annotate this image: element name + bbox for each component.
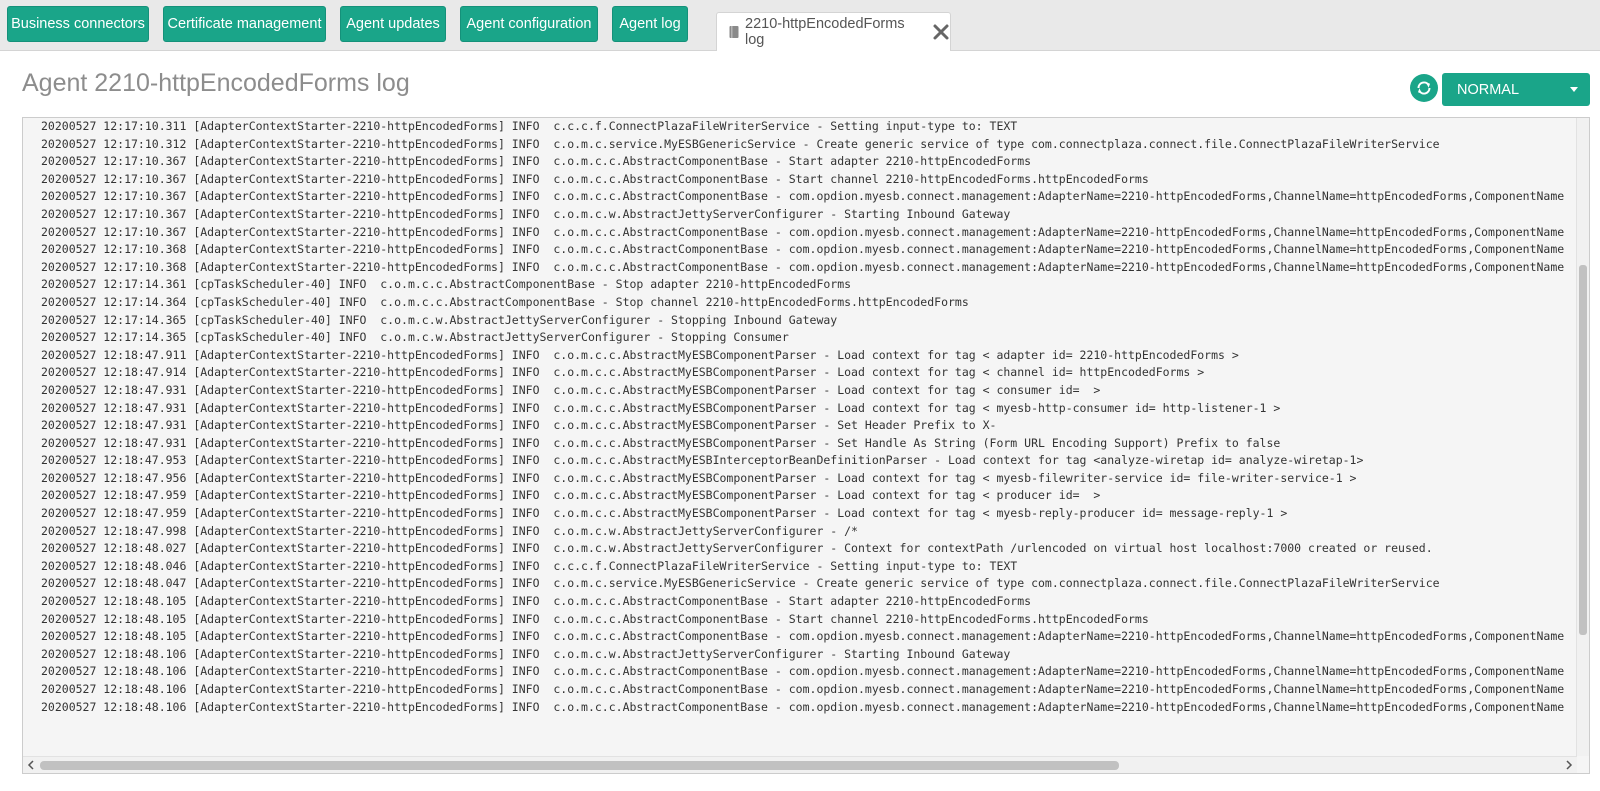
log-panel: Agent 2210-httpEncodedForms log NORMAL 2… <box>0 50 1600 791</box>
log-line: 20200527 12:17:14.364 [cpTaskScheduler-4… <box>41 294 969 309</box>
refresh-icon <box>1415 79 1433 97</box>
log-line: 20200527 12:18:47.998 [AdapterContextSta… <box>41 523 858 538</box>
log-line: 20200527 12:18:47.953 [AdapterContextSta… <box>41 453 1364 468</box>
tab-agent-updates[interactable]: Agent updates <box>340 6 446 42</box>
log-line: 20200527 12:18:48.105 [AdapterContextSta… <box>41 594 1032 609</box>
tab-business-connectors[interactable]: Business connectors <box>7 6 149 42</box>
log-line: 20200527 12:18:47.956 [AdapterContextSta… <box>41 470 1357 485</box>
log-line: 20200527 12:18:48.106 [AdapterContextSta… <box>41 699 1565 714</box>
refresh-button[interactable] <box>1410 74 1438 102</box>
document-icon <box>727 25 741 39</box>
log-line: 20200527 12:18:47.931 [AdapterContextSta… <box>41 418 997 433</box>
log-line: 20200527 12:17:10.311 [AdapterContextSta… <box>41 119 1018 133</box>
log-line: 20200527 12:17:14.365 [cpTaskScheduler-4… <box>41 330 789 345</box>
log-line: 20200527 12:18:48.105 [AdapterContextSta… <box>41 611 1149 626</box>
log-line: 20200527 12:17:14.361 [cpTaskScheduler-4… <box>41 277 852 292</box>
log-line: 20200527 12:18:48.106 [AdapterContextSta… <box>41 646 1011 661</box>
active-tab-label: 2210-httpEncodedForms log <box>745 16 905 48</box>
log-line: 20200527 12:17:10.367 [AdapterContextSta… <box>41 224 1565 239</box>
scroll-left-icon[interactable] <box>26 760 36 770</box>
log-line: 20200527 12:18:47.931 [AdapterContextSta… <box>41 435 1281 450</box>
tab-agent-log[interactable]: Agent log <box>612 6 688 42</box>
scroll-right-icon[interactable] <box>1564 760 1574 770</box>
log-line: 20200527 12:18:47.959 [AdapterContextSta… <box>41 506 1288 521</box>
tab-agent-log-detail[interactable]: 2210-httpEncodedForms log <box>716 12 951 51</box>
log-line: 20200527 12:17:10.367 [AdapterContextSta… <box>41 154 1032 169</box>
log-line: 20200527 12:18:48.106 [AdapterContextSta… <box>41 682 1565 696</box>
log-line: 20200527 12:18:48.027 [AdapterContextSta… <box>41 541 1433 556</box>
log-line: 20200527 12:18:47.914 [AdapterContextSta… <box>41 365 1205 380</box>
vertical-scrollbar-thumb[interactable] <box>1579 265 1587 636</box>
vertical-scrollbar[interactable] <box>1576 118 1589 756</box>
log-line: 20200527 12:18:47.931 [AdapterContextSta… <box>41 400 1281 415</box>
log-line: 20200527 12:18:48.046 [AdapterContextSta… <box>41 558 1018 573</box>
log-line: 20200527 12:17:10.367 [AdapterContextSta… <box>41 206 1011 221</box>
log-line: 20200527 12:17:10.368 [AdapterContextSta… <box>41 242 1565 257</box>
log-line: 20200527 12:17:14.365 [cpTaskScheduler-4… <box>41 312 838 327</box>
log-level-value: NORMAL <box>1457 81 1520 98</box>
page-title: Agent 2210-httpEncodedForms log <box>22 69 410 97</box>
log-line: 20200527 12:17:10.367 [AdapterContextSta… <box>41 189 1565 204</box>
tab-agent-configuration[interactable]: Agent configuration <box>460 6 598 42</box>
log-line: 20200527 12:18:47.911 [AdapterContextSta… <box>41 347 1239 362</box>
log-line: 20200527 12:17:10.367 [AdapterContextSta… <box>41 171 1149 186</box>
log-level-select[interactable]: NORMAL <box>1442 73 1590 106</box>
log-line: 20200527 12:18:48.047 [AdapterContextSta… <box>41 576 1440 591</box>
log-line: 20200527 12:17:10.312 [AdapterContextSta… <box>41 136 1440 151</box>
log-line: 20200527 12:18:47.959 [AdapterContextSta… <box>41 488 1101 503</box>
log-line: 20200527 12:18:48.105 [AdapterContextSta… <box>41 629 1565 644</box>
horizontal-scrollbar[interactable] <box>23 756 1577 773</box>
tab-bar: Business connectors Certificate manageme… <box>0 0 1600 51</box>
chevron-down-icon <box>1570 87 1578 92</box>
log-line: 20200527 12:18:47.931 [AdapterContextSta… <box>41 382 1101 397</box>
horizontal-scrollbar-thumb[interactable] <box>40 761 1120 770</box>
log-line: 20200527 12:18:48.106 [AdapterContextSta… <box>41 664 1565 679</box>
close-icon[interactable] <box>932 23 950 41</box>
log-output[interactable]: 20200527 12:17:10.311 [AdapterContextSta… <box>22 117 1590 774</box>
tab-certificate-management[interactable]: Certificate management <box>163 6 326 42</box>
log-lines: 20200527 12:17:10.311 [AdapterContextSta… <box>41 118 1575 716</box>
log-line: 20200527 12:17:10.368 [AdapterContextSta… <box>41 259 1565 274</box>
